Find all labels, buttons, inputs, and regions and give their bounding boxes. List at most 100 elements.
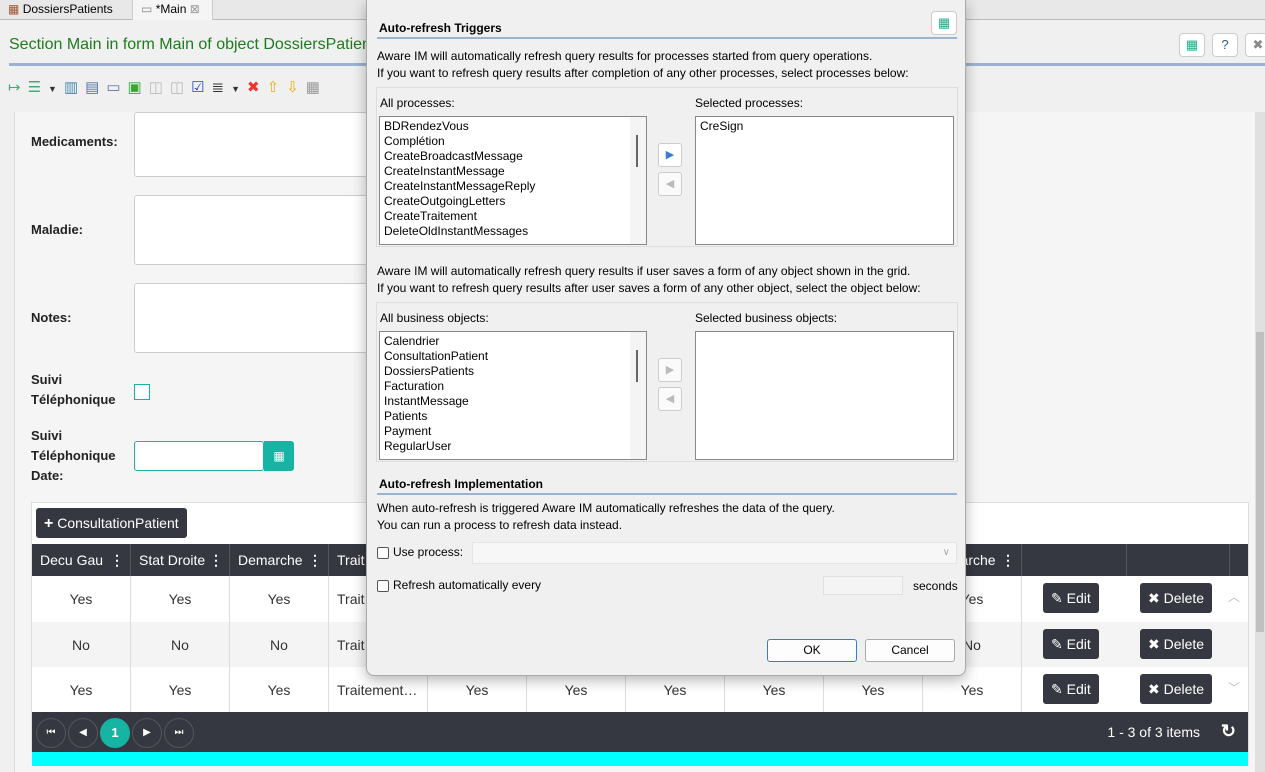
list-item[interactable]: InstantMessage: [384, 394, 642, 409]
selected-objects-list[interactable]: [695, 331, 954, 460]
list-icon[interactable]: ≣: [212, 79, 232, 96]
suivi-checkbox[interactable]: [134, 384, 150, 400]
refresh-icon[interactable]: ↻: [1221, 721, 1236, 742]
list-item[interactable]: RegularUser: [384, 439, 642, 454]
table-cell: Yes: [131, 667, 230, 713]
list-item[interactable]: CreateBroadcastMessage: [384, 149, 642, 164]
column-header[interactable]: Decu Gau ⋮: [32, 544, 131, 576]
list-scrollbar[interactable]: [630, 117, 646, 244]
layout2-icon[interactable]: ▭: [106, 79, 127, 96]
list-item[interactable]: CreateInstantMessage: [384, 164, 642, 179]
media-button[interactable]: ▦: [1179, 33, 1205, 57]
add-field-icon[interactable]: ↦: [8, 79, 28, 96]
list-item[interactable]: CreateInstantMessageReply: [384, 179, 642, 194]
calendar-icon: ▦: [273, 449, 285, 463]
scrollbar[interactable]: [1255, 112, 1265, 772]
column-menu-icon[interactable]: ⋮: [209, 544, 223, 576]
label-maladie: Maladie:: [31, 222, 84, 237]
list-scrollbar[interactable]: [630, 332, 646, 459]
list-item[interactable]: BDRendezVous: [384, 119, 642, 134]
list-item[interactable]: CreateOutgoingLetters: [384, 194, 642, 209]
delete-icon[interactable]: ✖: [247, 79, 267, 96]
items-count: 1 - 3 of 3 items: [1107, 724, 1200, 740]
dropdown-icon[interactable]: ▼: [48, 84, 64, 94]
arrow-up-icon[interactable]: ⇧: [267, 79, 287, 96]
help-button[interactable]: ?: [1212, 33, 1238, 57]
list-item[interactable]: CreateTraitement: [384, 209, 642, 224]
split-minus-icon[interactable]: ◫: [149, 79, 170, 96]
table-cell: No: [131, 621, 230, 668]
list-item[interactable]: CreSign: [700, 119, 949, 134]
first-page-button[interactable]: ⏮: [36, 718, 66, 748]
split-plus-icon[interactable]: ◫: [170, 79, 191, 96]
add-process-button[interactable]: ▶: [658, 143, 682, 167]
column-menu-icon[interactable]: ⋮: [308, 544, 322, 576]
checkbox-icon[interactable]: ☑: [191, 79, 211, 96]
list-item[interactable]: DeleteOldInstantMessages: [384, 224, 642, 239]
refresh-option[interactable]: Refresh automatically every: [377, 578, 541, 593]
list-item[interactable]: DossiersPatients: [384, 364, 642, 379]
export-icon[interactable]: ▣: [128, 79, 149, 96]
column-header[interactable]: Demarche⋮: [230, 544, 329, 576]
page-title: Section Main in form Main of object Doss…: [9, 36, 384, 53]
edit-button[interactable]: ✎ Edit: [1043, 674, 1099, 704]
table-icon[interactable]: ▦: [306, 79, 327, 96]
list-item[interactable]: ConsultationPatient: [384, 349, 642, 364]
list-item[interactable]: Calendrier: [384, 334, 642, 349]
cancel-button[interactable]: Cancel: [865, 639, 955, 662]
refresh-seconds-input[interactable]: [823, 576, 903, 595]
maladie-field[interactable]: [134, 195, 374, 265]
close-button[interactable]: ✖: [1245, 33, 1265, 57]
notes-field[interactable]: [134, 283, 374, 353]
tab-dossierspatients[interactable]: ▦ DossiersPatients: [0, 0, 133, 20]
column-menu-icon[interactable]: ⋮: [110, 544, 124, 576]
tab-main[interactable]: ▭ *Main ⊠: [133, 0, 213, 20]
ok-button[interactable]: OK: [767, 639, 857, 662]
column-menu-icon[interactable]: ⋮: [1001, 544, 1015, 576]
prev-page-button[interactable]: ◀: [68, 718, 98, 748]
list-item[interactable]: Payment: [384, 424, 642, 439]
medicaments-field[interactable]: [134, 112, 374, 177]
layout-icon[interactable]: ▤: [85, 79, 106, 96]
calendar-button[interactable]: ▦: [264, 441, 294, 471]
edit-button[interactable]: ✎ Edit: [1043, 628, 1099, 659]
delete-button[interactable]: ✖ Delete: [1140, 674, 1213, 704]
dropdown-icon[interactable]: ▼: [231, 84, 247, 94]
column-icon[interactable]: ▥: [64, 79, 85, 96]
list-item[interactable]: Patients: [384, 409, 642, 424]
page-1-button[interactable]: 1: [100, 718, 130, 748]
column-header[interactable]: Stat Droite ⋮: [131, 544, 230, 576]
add-object-button[interactable]: ▶: [658, 358, 682, 382]
list-item[interactable]: Facturation: [384, 379, 642, 394]
edit-button[interactable]: ✎ Edit: [1043, 583, 1099, 613]
all-objects-label: All business objects:: [380, 311, 489, 325]
insert-row-icon[interactable]: ☰: [28, 79, 48, 96]
remove-process-button[interactable]: ◀: [658, 172, 682, 196]
process-info-1: Aware IM will automatically refresh quer…: [377, 49, 873, 63]
list-item[interactable]: Complétion: [384, 134, 642, 149]
refresh-checkbox[interactable]: [377, 579, 389, 592]
all-processes-list[interactable]: BDRendezVous Complétion CreateBroadcastMes…: [379, 116, 647, 245]
next-page-button[interactable]: ▶: [132, 718, 162, 748]
table-cell: No: [32, 621, 131, 668]
use-process-option[interactable]: Use process:: [377, 545, 463, 560]
use-process-checkbox[interactable]: [377, 546, 389, 559]
add-consultation-button[interactable]: + ConsultationPatient: [36, 508, 187, 538]
last-page-button[interactable]: ⏭: [164, 718, 194, 748]
all-objects-list[interactable]: Calendrier ConsultationPatient DossiersPat…: [379, 331, 647, 460]
arrow-down-icon[interactable]: ⇩: [286, 79, 306, 96]
scroll-down-icon[interactable]: ﹀: [1228, 679, 1240, 696]
arrow-right-icon: ▶: [665, 364, 675, 376]
close-icon[interactable]: ⊠: [190, 2, 200, 16]
delete-button[interactable]: ✖ Delete: [1140, 628, 1213, 659]
triggers-title: Auto-refresh Triggers: [379, 21, 502, 35]
selected-processes-list[interactable]: CreSign: [695, 116, 954, 245]
media-button[interactable]: ▦: [931, 11, 957, 35]
suivi-date-input[interactable]: [134, 441, 264, 471]
help-icon: ?: [1221, 37, 1229, 52]
delete-button[interactable]: ✖ Delete: [1140, 583, 1213, 613]
remove-object-button[interactable]: ◀: [658, 387, 682, 411]
scroll-up-icon[interactable]: ︿: [1228, 588, 1240, 605]
process-select[interactable]: ∨: [472, 542, 957, 564]
column-header: [1230, 544, 1248, 576]
